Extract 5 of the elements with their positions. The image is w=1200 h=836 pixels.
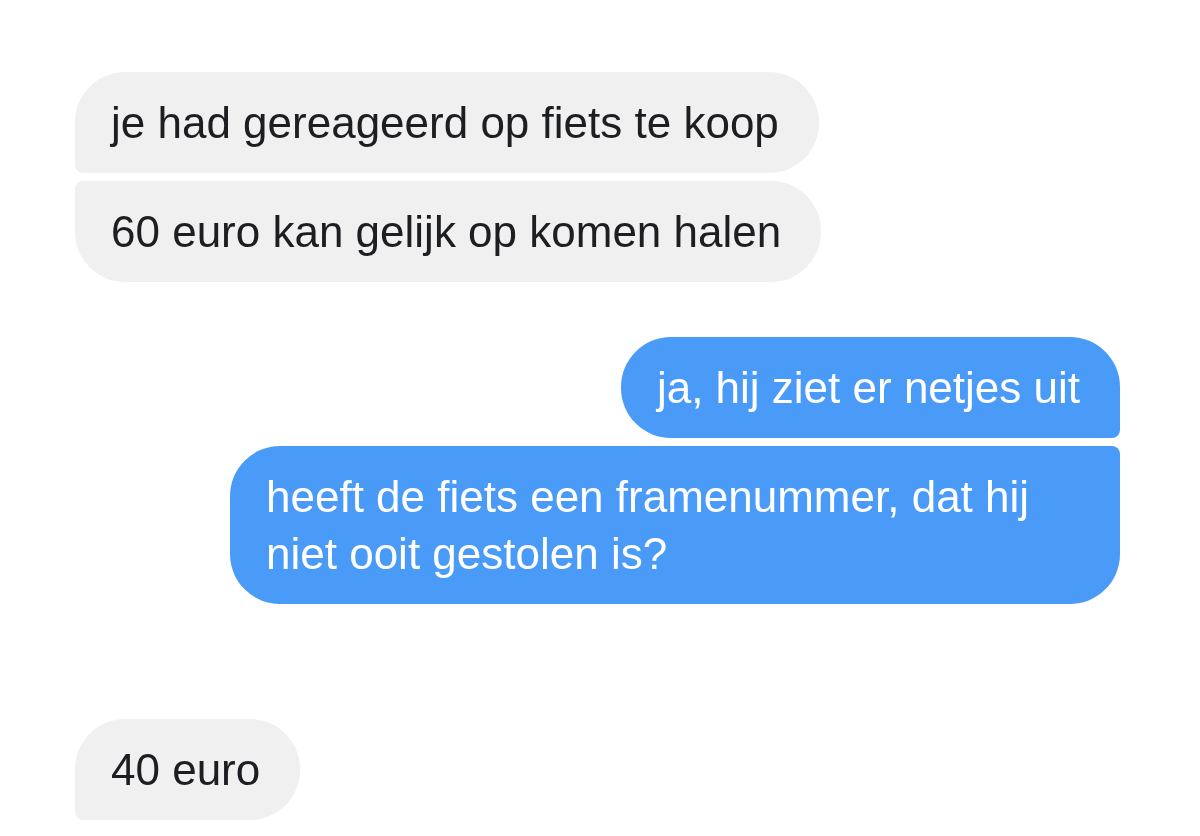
received-message-bubble: je had gereageerd op fiets te koop <box>75 72 819 173</box>
received-message-bubble: 60 euro kan gelijk op komen halen <box>75 181 822 282</box>
sent-message-bubble: heeft de fiets een framenummer, dat hij niet ooit gestolen is? <box>230 446 1120 604</box>
received-message-bubble: 40 euro <box>75 719 301 820</box>
sent-message-bubble: ja, hij ziet er netjes uit <box>620 337 1120 438</box>
